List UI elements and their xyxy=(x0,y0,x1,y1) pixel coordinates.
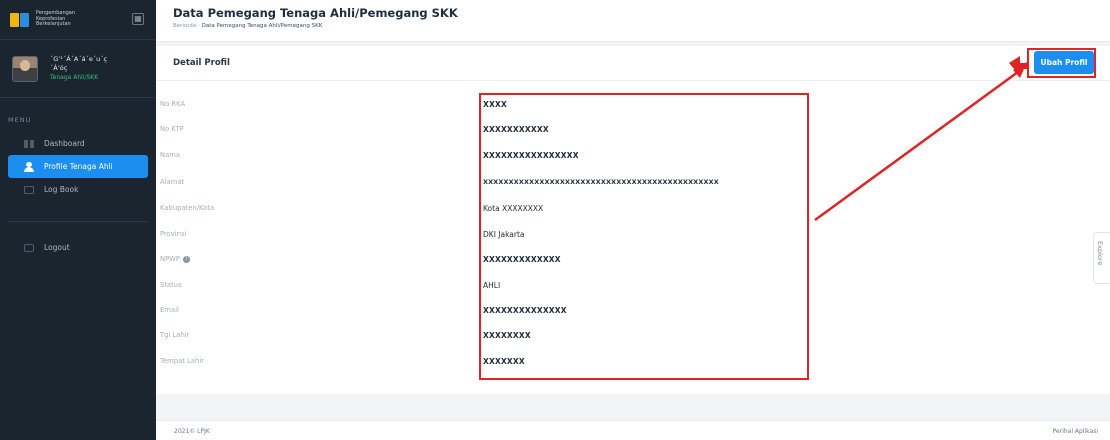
field-value: AHLI xyxy=(483,280,501,290)
field-value: XXXXXXXXXXXXXX xyxy=(483,305,567,315)
field-label: No RKA xyxy=(160,100,186,108)
info-icon[interactable]: i xyxy=(183,256,191,263)
brand-text: Pengembangan Keprofesian Berkelanjutan xyxy=(36,11,116,28)
field-label: No KTP xyxy=(160,125,184,133)
user-name: ´G’¹´Á´A´á´e´u´ç xyxy=(50,55,108,63)
field-row: Nama XXXXXXXXXXXXXXXX xyxy=(156,143,1110,167)
field-value: XXXXXXXXXXXXX xyxy=(483,254,561,264)
field-value: XXXXXXXXXXXXXXXXXXXXXXXXXXXXXXXXXXXXXXXX… xyxy=(483,178,719,186)
field-label-npwp: NPWP i xyxy=(160,255,191,263)
brand-line-3: Berkelanjutan xyxy=(36,21,71,28)
explore-tab[interactable]: Explore xyxy=(1093,232,1110,284)
footer-copyright: 2021© LPJK xyxy=(174,428,210,435)
field-row: Tgl Lahir XXXXXXXX xyxy=(156,323,1110,347)
field-label: Alamat xyxy=(160,178,185,186)
card-header: Detail Profil xyxy=(156,46,1110,81)
field-value: XXXXXXXXXXXXXXXX xyxy=(483,150,579,160)
field-row: Alamat XXXXXXXXXXXXXXXXXXXXXXXXXXXXXXXXX… xyxy=(156,170,1110,194)
user-role: Tenaga Ahli/SKK xyxy=(50,74,99,81)
sidebar-item-label: Logout xyxy=(44,243,70,252)
field-label: Kabupaten/Kota xyxy=(160,204,215,212)
field-label: NPWP xyxy=(160,255,181,263)
field-row: Provinsi DKI Jakarta xyxy=(156,222,1110,246)
page-header: Data Pemegang Tenaga Ahli/Pemegang SKK B… xyxy=(156,0,1110,42)
breadcrumb-home[interactable]: Beranda xyxy=(173,23,196,29)
page-title: Data Pemegang Tenaga Ahli/Pemegang SKK xyxy=(173,6,458,20)
field-row: Email XXXXXXXXXXXXXX xyxy=(156,298,1110,322)
field-row: No KTP XXXXXXXXXXX xyxy=(156,117,1110,141)
field-row: Kabupaten/Kota Kota XXXXXXXX xyxy=(156,196,1110,220)
menu-label: MENU xyxy=(8,116,32,124)
field-label: Provinsi xyxy=(160,230,187,238)
field-value: XXXXXXXXXXX xyxy=(483,124,549,134)
footer-about-link[interactable]: Perihal Aplikasi xyxy=(1053,428,1098,435)
field-label: Status xyxy=(160,281,182,289)
field-label: Tgl Lahir xyxy=(160,331,190,339)
avatar xyxy=(12,55,38,82)
sidebar-item-label: Profile Tenaga Ahli xyxy=(44,162,113,171)
sidebar-item-logout[interactable]: Logout xyxy=(8,236,148,259)
field-row: Tempat Lahir XXXXXXX xyxy=(156,349,1110,373)
sidebar-item-logbook[interactable]: Log Book xyxy=(8,178,148,201)
person-icon xyxy=(24,161,34,172)
sidebar-item-label: Log Book xyxy=(44,185,79,194)
field-value: XXXXXXX xyxy=(483,356,525,366)
field-value: Kota XXXXXXXX xyxy=(483,203,544,213)
sidebar-item-label: Dashboard xyxy=(44,139,85,148)
breadcrumb: Beranda - Data Pemegang Tenaga Ahli/Peme… xyxy=(173,23,1110,29)
sidebar-toggle-icon[interactable]: ▦ xyxy=(132,13,144,25)
menu-divider xyxy=(8,221,148,222)
field-value: DKI Jakarta xyxy=(483,229,525,239)
explore-label: Explore xyxy=(1096,241,1104,266)
card-title: Detail Profil xyxy=(173,58,230,68)
sidebar-item-profile[interactable]: Profile Tenaga Ahli xyxy=(8,155,148,178)
grid-icon xyxy=(24,139,34,148)
user-profile: ´G’¹´Á´A´á´e´u´ç ´Á’óç Tenaga Ahli/SKK xyxy=(0,40,156,98)
logout-icon xyxy=(24,243,34,252)
field-value: XXXXXXXX xyxy=(483,330,531,340)
field-row: NPWP i XXXXXXXXXXXXX xyxy=(156,247,1110,271)
sidebar: Pengembangan Keprofesian Berkelanjutan ▦… xyxy=(0,0,156,440)
footer: 2021© LPJK Perihal Aplikasi xyxy=(156,420,1110,440)
pupr-logo xyxy=(10,11,30,29)
brand: Pengembangan Keprofesian Berkelanjutan ▦ xyxy=(0,0,156,40)
field-label: Tempat Lahir xyxy=(160,357,205,365)
field-row: Status AHLI xyxy=(156,273,1110,297)
field-label: Nama xyxy=(160,151,181,159)
breadcrumb-current: Data Pemegang Tenaga Ahli/Pemegang SKK xyxy=(201,23,323,29)
book-icon xyxy=(24,185,34,194)
profile-detail-card: Detail Profil Ubah Profil No RKA XXXX No… xyxy=(156,46,1110,394)
user-name-2: ´Á’óç xyxy=(50,64,68,72)
edit-profile-button[interactable]: Ubah Profil xyxy=(1034,51,1094,74)
field-row: No RKA XXXX xyxy=(156,92,1110,116)
field-label: Email xyxy=(160,306,179,314)
sidebar-item-dashboard[interactable]: Dashboard xyxy=(8,132,148,155)
breadcrumb-separator: - xyxy=(197,23,200,29)
field-value: XXXX xyxy=(483,99,507,109)
